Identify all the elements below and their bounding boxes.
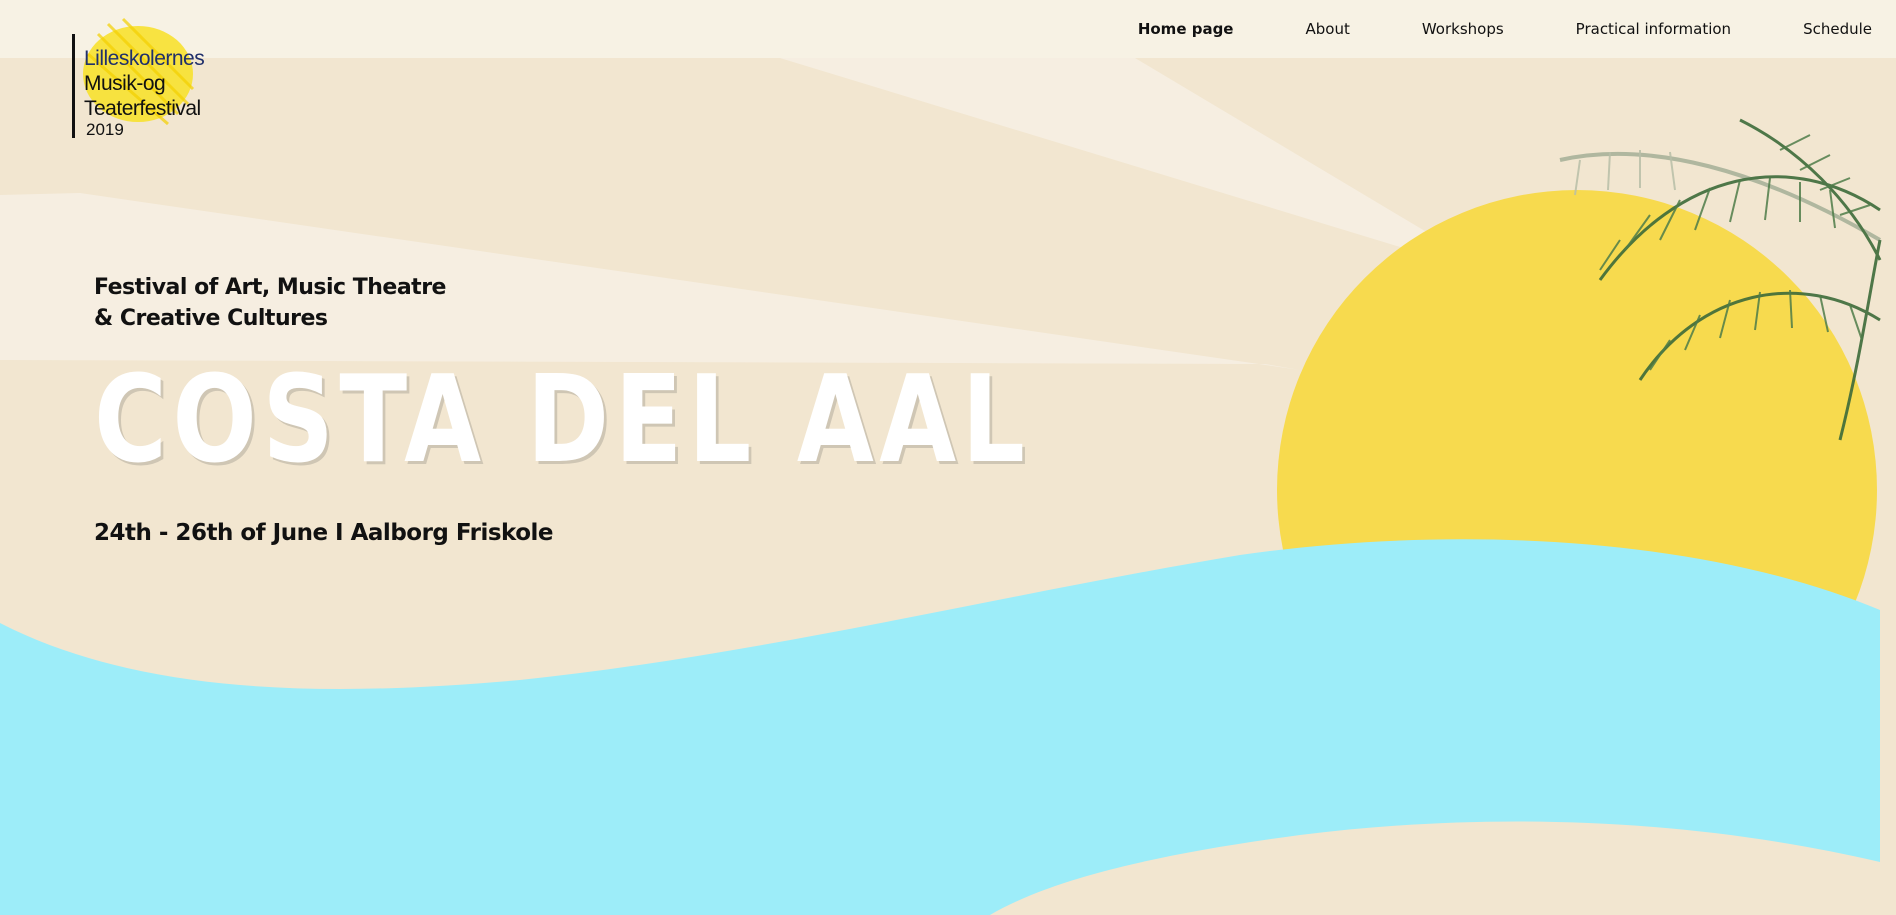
nav-workshops[interactable]: Workshops bbox=[1422, 20, 1504, 38]
nav-practical-information[interactable]: Practical information bbox=[1576, 20, 1731, 38]
main-nav: Home page About Workshops Practical info… bbox=[1066, 0, 1872, 58]
logo-wordmark: Lilleskolernes Musik-og Teaterfestival bbox=[84, 46, 205, 121]
logo-line-1: Lilleskolernes bbox=[84, 47, 205, 70]
hero-subtitle: Festival of Art, Music Theatre & Creativ… bbox=[94, 272, 454, 334]
logo-line-3: Teaterfestival bbox=[84, 97, 201, 120]
logo-line-2: Musik-og bbox=[84, 72, 166, 95]
hero-title: COSTA DEL AAL bbox=[94, 351, 1031, 490]
logo-year: 2019 bbox=[86, 120, 124, 139]
nav-about[interactable]: About bbox=[1305, 20, 1349, 38]
nav-home-page[interactable]: Home page bbox=[1138, 20, 1234, 38]
festival-logo[interactable]: Lilleskolernes Musik-og Teaterfestival 2… bbox=[68, 14, 238, 144]
hero-subtitle-line-1: Festival of Art, Music Theatre bbox=[94, 275, 446, 300]
hero-subtitle-line-2: & Creative Cultures bbox=[94, 306, 328, 331]
hero-section: Festival of Art, Music Theatre & Creativ… bbox=[94, 272, 1112, 546]
event-dates: 24th - 26th of June I Aalborg Friskole bbox=[94, 520, 554, 546]
nav-schedule[interactable]: Schedule bbox=[1803, 20, 1872, 38]
